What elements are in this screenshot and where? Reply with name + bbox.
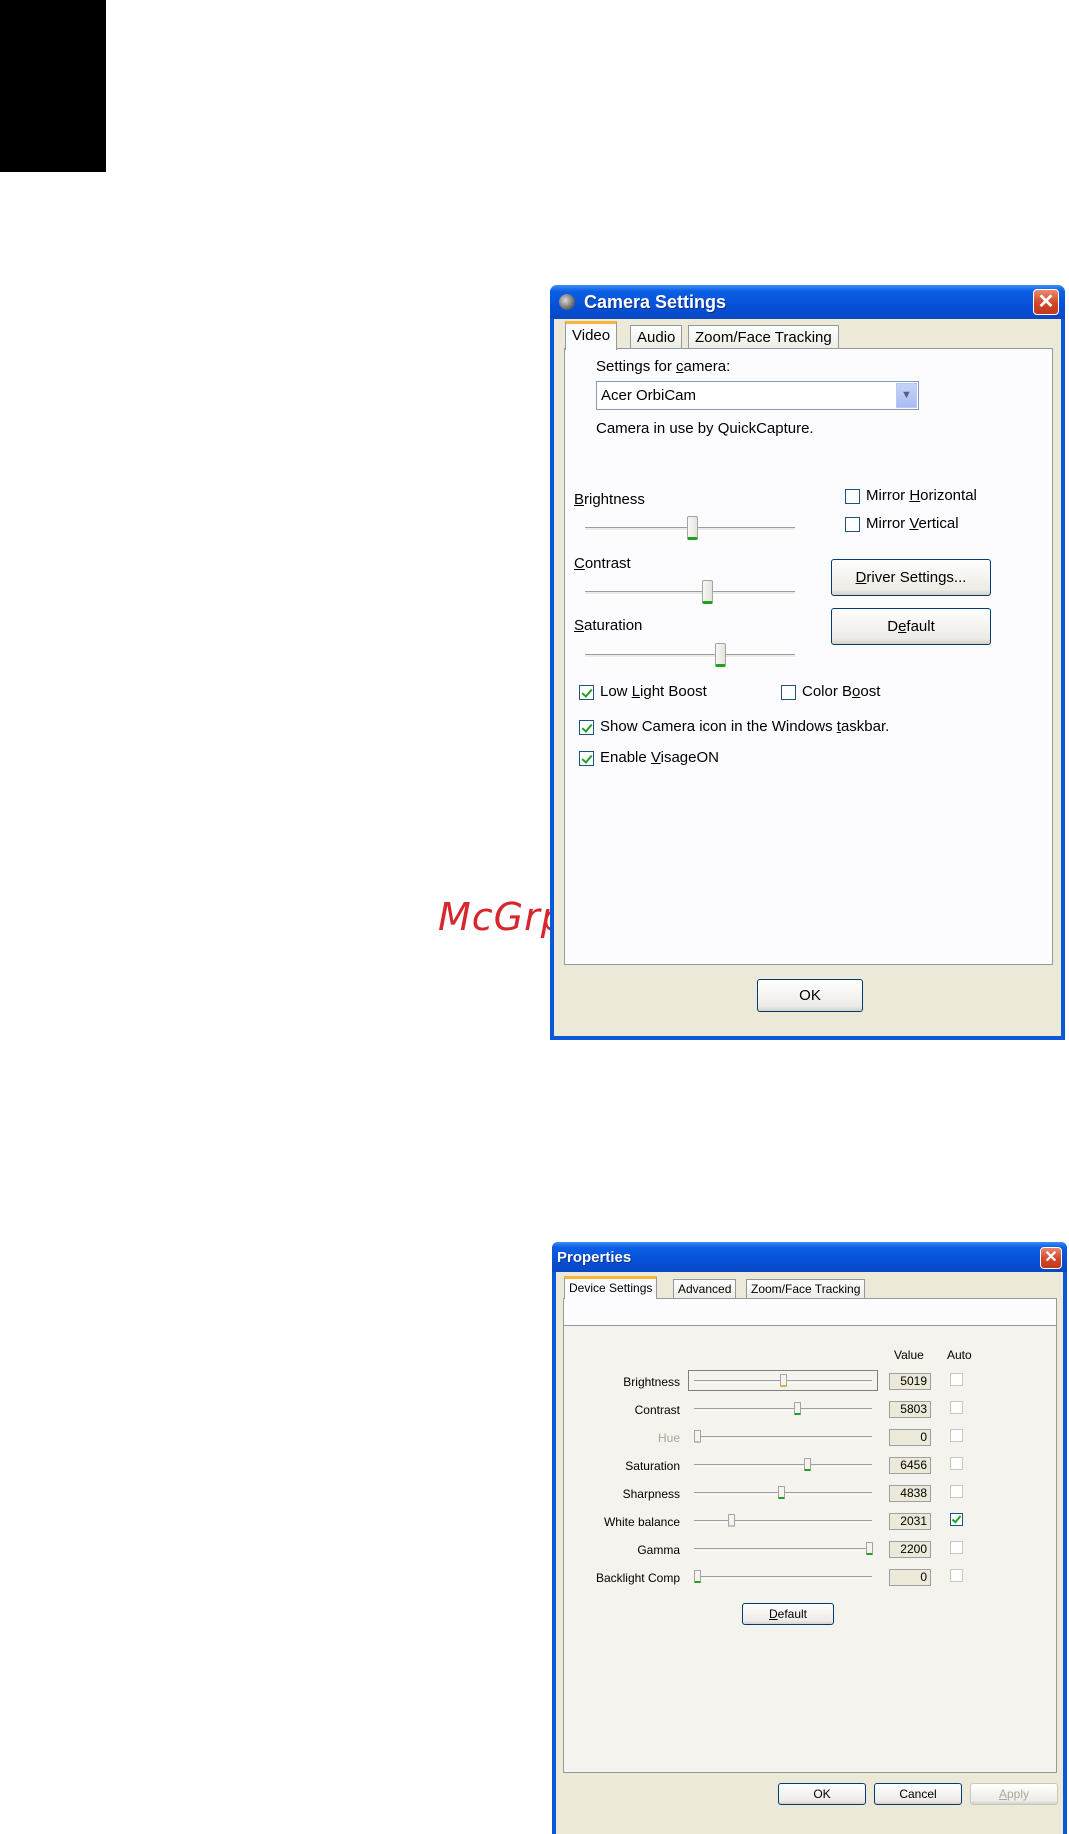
white-balance-auto-checkbox[interactable] xyxy=(950,1513,963,1526)
mirror-horizontal-checkbox[interactable] xyxy=(845,489,860,504)
brightness-auto-checkbox[interactable] xyxy=(950,1373,963,1386)
settings-for-camera-label: Settings for camera: xyxy=(596,358,731,375)
contrast-slider-thumb[interactable] xyxy=(794,1402,801,1415)
camera-settings-titlebar[interactable]: Camera Settings ✕ xyxy=(550,285,1065,319)
white-balance-label: White balance xyxy=(603,1515,680,1529)
camera-status-text: Camera in use by QuickCapture. xyxy=(596,420,814,437)
saturation-slider-track[interactable] xyxy=(694,1464,872,1467)
video-tab-panel: Settings for camera: Acer OrbiCam ▼ Came… xyxy=(564,348,1053,965)
properties-body: Device Settings Advanced Zoom/Face Track… xyxy=(556,1272,1063,1834)
white-balance-value: 2031 xyxy=(889,1513,931,1530)
saturation-slider-track[interactable] xyxy=(585,654,795,658)
tab-zoom-face-tracking[interactable]: Zoom/Face Tracking xyxy=(746,1279,866,1299)
close-icon[interactable]: ✕ xyxy=(1033,289,1059,315)
tab-device-settings[interactable]: Device Settings xyxy=(564,1276,658,1299)
saturation-auto-checkbox[interactable] xyxy=(950,1457,963,1470)
properties-title: Properties xyxy=(557,1249,632,1266)
backlight-comp-auto-checkbox[interactable] xyxy=(950,1569,963,1582)
camera-select-value: Acer OrbiCam xyxy=(601,387,697,404)
properties-window: Properties ✕ Device Settings Advanced Zo… xyxy=(552,1242,1067,1834)
close-icon[interactable]: ✕ xyxy=(1040,1247,1062,1269)
camera-select[interactable]: Acer OrbiCam ▼ xyxy=(596,381,919,410)
hue-auto-checkbox xyxy=(950,1429,963,1442)
ok-button[interactable]: OK xyxy=(778,1783,866,1805)
low-light-boost-checkbox[interactable] xyxy=(579,685,594,700)
contrast-label: Contrast xyxy=(634,1403,680,1417)
tab-audio[interactable]: Audio xyxy=(630,325,683,349)
saturation-slider-thumb[interactable] xyxy=(715,643,726,667)
backlight-comp-slider-thumb[interactable] xyxy=(694,1570,701,1583)
driver-settings-button[interactable]: Driver Settings... xyxy=(831,559,991,596)
color-boost-checkbox[interactable] xyxy=(781,685,796,700)
white-balance-slider-thumb[interactable] xyxy=(728,1514,735,1527)
ok-button[interactable]: OK xyxy=(757,979,863,1012)
camera-settings-body: Video Audio Zoom/Face Tracking Settings … xyxy=(554,319,1061,1036)
gamma-auto-checkbox[interactable] xyxy=(950,1541,963,1554)
gamma-slider-track[interactable] xyxy=(694,1548,872,1551)
contrast-auto-checkbox[interactable] xyxy=(950,1401,963,1414)
gamma-slider-thumb[interactable] xyxy=(866,1542,873,1555)
default-button[interactable]: Default xyxy=(742,1603,834,1625)
show-camera-icon-checkbox[interactable] xyxy=(579,720,594,735)
brightness-value: 5019 xyxy=(889,1373,931,1390)
apply-button: Apply xyxy=(970,1783,1058,1805)
tab-zoom-face-tracking[interactable]: Zoom/Face Tracking xyxy=(688,325,839,349)
sharpness-label: Sharpness xyxy=(622,1487,680,1501)
show-camera-icon-label: Show Camera icon in the Windows taskbar. xyxy=(600,718,890,735)
color-boost-label: Color Boost xyxy=(802,683,881,700)
mirror-vertical-checkbox[interactable] xyxy=(845,517,860,532)
device-settings-panel xyxy=(563,1298,1057,1325)
sharpness-value: 4838 xyxy=(889,1485,931,1502)
contrast-value: 5803 xyxy=(889,1401,931,1418)
hue-slider-track xyxy=(694,1436,872,1439)
brightness-slider-thumb[interactable] xyxy=(687,516,698,540)
default-button[interactable]: Default xyxy=(831,608,991,645)
cancel-button[interactable]: Cancel xyxy=(874,1783,962,1805)
saturation-label: Saturation xyxy=(625,1459,680,1473)
sharpness-slider-thumb[interactable] xyxy=(778,1486,785,1499)
value-column-header: Value xyxy=(894,1348,924,1362)
camera-settings-window: Camera Settings ✕ Video Audio Zoom/Face … xyxy=(550,285,1065,1040)
enable-visageon-checkbox[interactable] xyxy=(579,751,594,766)
page-corner-block xyxy=(0,0,106,172)
contrast-slider-thumb[interactable] xyxy=(702,580,713,604)
low-light-boost-label: Low Light Boost xyxy=(600,683,707,700)
chevron-down-icon[interactable]: ▼ xyxy=(896,383,917,408)
saturation-label: Saturation xyxy=(574,617,643,634)
sharpness-auto-checkbox[interactable] xyxy=(950,1485,963,1498)
hue-value: 0 xyxy=(889,1429,931,1446)
hue-slider-thumb xyxy=(694,1430,701,1443)
contrast-slider-track[interactable] xyxy=(694,1408,872,1411)
white-balance-slider-track[interactable] xyxy=(694,1520,872,1523)
gamma-label: Gamma xyxy=(637,1543,680,1557)
tab-advanced[interactable]: Advanced xyxy=(673,1279,737,1299)
gamma-value: 2200 xyxy=(889,1541,931,1558)
tab-video[interactable]: Video xyxy=(565,321,618,350)
brightness-slider-thumb[interactable] xyxy=(780,1374,787,1387)
contrast-slider-track[interactable] xyxy=(585,591,795,595)
backlight-comp-label: Backlight Comp xyxy=(595,1571,680,1585)
backlight-comp-slider-track[interactable] xyxy=(694,1576,872,1579)
contrast-label: Contrast xyxy=(574,555,631,572)
brightness-label: Brightness xyxy=(574,491,645,508)
backlight-comp-value: 0 xyxy=(889,1569,931,1586)
device-settings-group: Value Auto Brightness 5019 Contrast 5803… xyxy=(563,1325,1057,1773)
mirror-vertical-label: Mirror Vertical xyxy=(866,515,959,532)
saturation-slider-thumb[interactable] xyxy=(804,1458,811,1471)
auto-column-header: Auto xyxy=(947,1348,972,1362)
window-title: Camera Settings xyxy=(584,292,727,312)
mirror-horizontal-label: Mirror Horizontal xyxy=(866,487,977,504)
saturation-value: 6456 xyxy=(889,1457,931,1474)
webcam-icon xyxy=(559,294,575,310)
properties-titlebar[interactable]: Properties ✕ xyxy=(552,1242,1067,1272)
hue-label: Hue xyxy=(657,1431,680,1445)
brightness-label: Brightness xyxy=(623,1375,680,1389)
enable-visageon-label: Enable VisageON xyxy=(600,749,719,766)
